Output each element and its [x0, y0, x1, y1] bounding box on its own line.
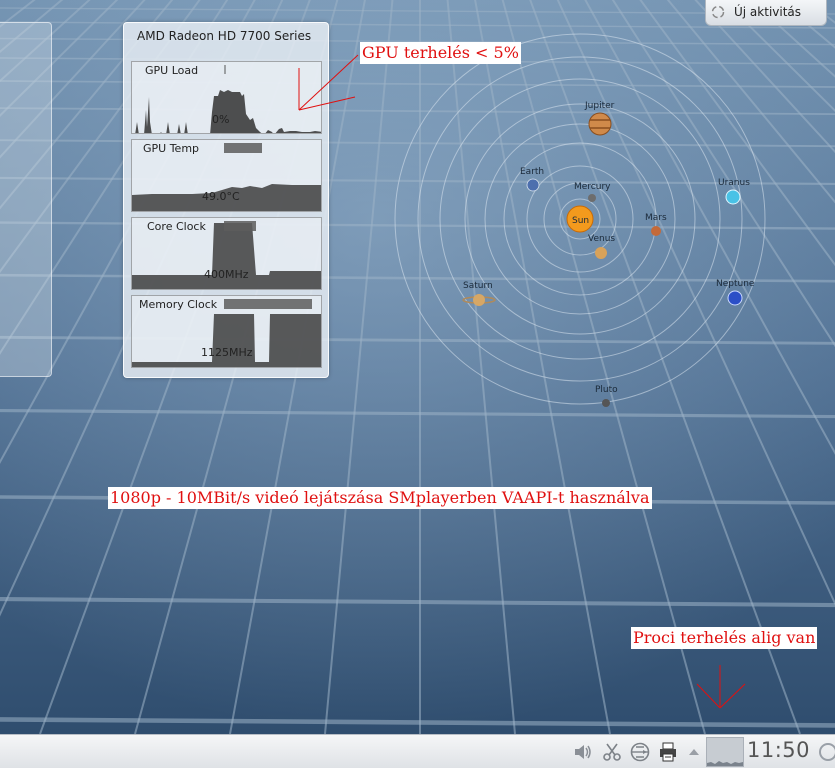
- expand-icon[interactable]: [683, 741, 705, 763]
- annotation-arrows: [298, 54, 746, 709]
- activity-icon: [711, 5, 725, 19]
- printer-icon[interactable]: [657, 741, 679, 763]
- gpu-load-annotation: GPU terhelés < 5%: [360, 42, 521, 64]
- tools-icon[interactable]: [601, 741, 623, 763]
- desktop-toolbox-icon[interactable]: [817, 741, 835, 763]
- volume-icon[interactable]: [572, 741, 594, 763]
- network-icon[interactable]: [629, 741, 651, 763]
- video-info-annotation: 1080p - 10MBit/s videó lejátszása SMplay…: [108, 487, 652, 509]
- new-activity-button[interactable]: Új aktivitás: [705, 0, 827, 26]
- cpu-load-monitor[interactable]: [706, 737, 744, 767]
- new-activity-label: Új aktivitás: [734, 5, 802, 19]
- taskbar: 11:50: [0, 734, 835, 768]
- cpu-load-annotation: Proci terhelés alig van: [631, 627, 818, 649]
- digital-clock[interactable]: 11:50: [747, 738, 810, 762]
